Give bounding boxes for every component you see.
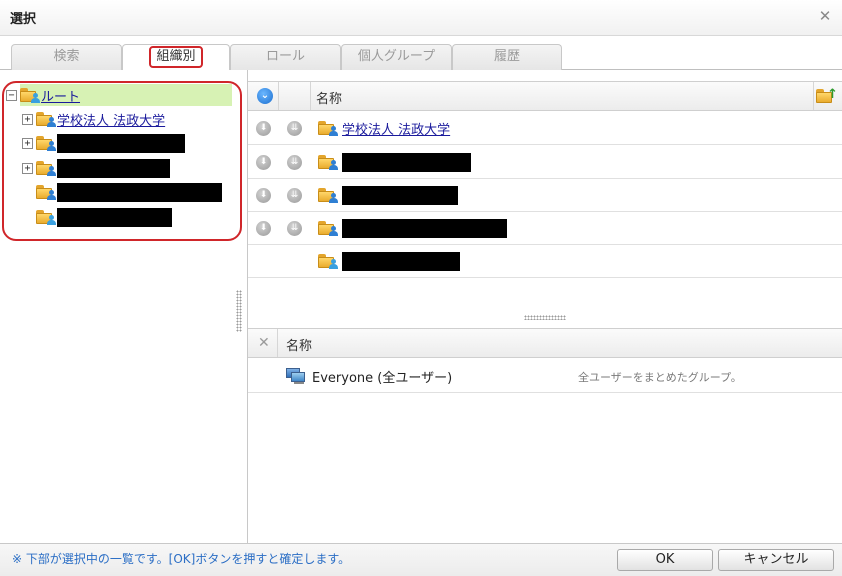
cancel-button[interactable]: キャンセル (718, 549, 834, 571)
folder-up-icon[interactable]: ↑ (816, 87, 838, 105)
expand-icon[interactable]: + (22, 137, 33, 149)
table-row[interactable]: ⬇ ⇊ (248, 179, 842, 212)
add-icon[interactable]: ⬇ (256, 155, 271, 170)
tab-label: 組織別 (156, 49, 196, 64)
redacted-label (57, 182, 222, 202)
row-label[interactable]: 学校法人 法政大学 (342, 119, 450, 138)
table-row[interactable]: ⬇ ⇊ 学校法人 法政大学 (248, 112, 842, 145)
org-folder-icon (318, 155, 338, 170)
table-row[interactable] (248, 245, 842, 278)
selected-row[interactable]: Everyone (全ユーザー) 全ユーザーをまとめたグループ。 (248, 359, 842, 393)
add-icon[interactable]: ⬇ (256, 221, 271, 236)
tree-item[interactable]: + (22, 132, 185, 154)
collapse-icon[interactable]: − (6, 89, 17, 101)
header-cell-blank (279, 82, 311, 110)
tab-active-highlight: 組織別 (149, 46, 203, 68)
add-icon[interactable]: ⬇ (256, 188, 271, 203)
redacted-label (57, 207, 172, 227)
dialog-title: 選択 (10, 12, 37, 27)
group-folder-icon (318, 254, 338, 269)
org-grid-header-name: 名称 (316, 92, 343, 107)
org-folder-icon (36, 160, 56, 176)
tree-item[interactable]: + 学校法人 法政大学 (22, 108, 165, 130)
tree-item-label[interactable]: 学校法人 法政大学 (57, 110, 165, 129)
vertical-splitter-handle[interactable] (236, 290, 242, 332)
header-cell-select-all: ⌄ (248, 82, 279, 110)
group-folder-icon (20, 87, 40, 103)
selected-row-description: 全ユーザーをまとめたグループ。 (578, 371, 742, 384)
tab-label: 検索 (53, 49, 80, 64)
dialog-titlebar: 選択 ✕ (0, 0, 842, 36)
add-children-icon[interactable]: ⇊ (287, 121, 302, 136)
org-tree-pane: − ルート + 学校法人 法政大学 + + (0, 70, 248, 543)
tab-search[interactable]: 検索 (11, 44, 122, 70)
tab-bar: 検索 組織別 ロール 個人グループ 履歴 (0, 36, 842, 71)
right-pane: ⌄ 名称 ↑ ⬇ ⇊ 学校法人 法政大学 ⬇ ⇊ ⬇ ⇊ ⬇ ⇊ ✕ 名称 Ev… (248, 70, 842, 543)
tab-label: 履歴 (493, 49, 520, 64)
selected-row-name: Everyone (全ユーザー) (312, 371, 453, 386)
org-folder-icon (36, 111, 56, 127)
dialog-footer: ※ 下部が選択中の一覧です。[OK]ボタンを押すと確定します。 OK キャンセル (0, 543, 842, 576)
tab-personal-group[interactable]: 個人グループ (341, 44, 452, 70)
add-children-icon[interactable]: ⇊ (287, 188, 302, 203)
redacted-label (342, 153, 471, 172)
header-cell-upload: ↑ (813, 82, 842, 110)
clear-all-icon[interactable]: ✕ (258, 335, 270, 351)
selected-grid-header-name: 名称 (286, 339, 313, 354)
add-children-icon[interactable]: ⇊ (287, 155, 302, 170)
tree-item[interactable]: + (22, 157, 170, 179)
tree-root-label[interactable]: ルート (41, 86, 80, 105)
tab-history[interactable]: 履歴 (452, 44, 562, 70)
tab-label: 個人グループ (357, 49, 436, 64)
tab-role[interactable]: ロール (230, 44, 341, 70)
redacted-label (342, 186, 458, 205)
org-folder-icon (36, 135, 56, 151)
close-icon[interactable]: ✕ (818, 9, 832, 24)
org-folder-icon (318, 121, 338, 136)
tree-item[interactable] (36, 181, 222, 203)
horizontal-splitter-handle[interactable] (524, 315, 566, 320)
redacted-label (342, 219, 507, 238)
table-row[interactable]: ⬇ ⇊ (248, 212, 842, 245)
group-folder-icon (36, 209, 56, 225)
footer-note: ※ 下部が選択中の一覧です。[OK]ボタンを押すと確定します。 (12, 552, 351, 566)
org-folder-icon (36, 184, 56, 200)
expand-icon[interactable]: + (22, 162, 33, 174)
expand-icon[interactable]: + (22, 113, 33, 125)
add-icon[interactable]: ⬇ (256, 121, 271, 136)
redacted-label (342, 252, 460, 271)
everyone-group-icon (286, 368, 306, 384)
selected-grid-header: ✕ 名称 (248, 328, 842, 358)
tree-item[interactable] (36, 206, 172, 228)
tab-label: ロール (265, 49, 305, 64)
redacted-label (57, 133, 185, 153)
tree-root-expander-row: − (6, 84, 20, 106)
ok-button[interactable]: OK (617, 549, 713, 571)
org-folder-icon (318, 188, 338, 203)
org-grid-header: ⌄ 名称 ↑ (248, 81, 842, 111)
tree-root[interactable]: ルート (20, 84, 232, 106)
redacted-label (57, 158, 170, 178)
org-folder-icon (318, 221, 338, 236)
add-all-icon[interactable]: ⌄ (257, 88, 273, 104)
add-children-icon[interactable]: ⇊ (287, 221, 302, 236)
table-row[interactable]: ⬇ ⇊ (248, 146, 842, 179)
tab-organization[interactable]: 組織別 (122, 44, 230, 71)
